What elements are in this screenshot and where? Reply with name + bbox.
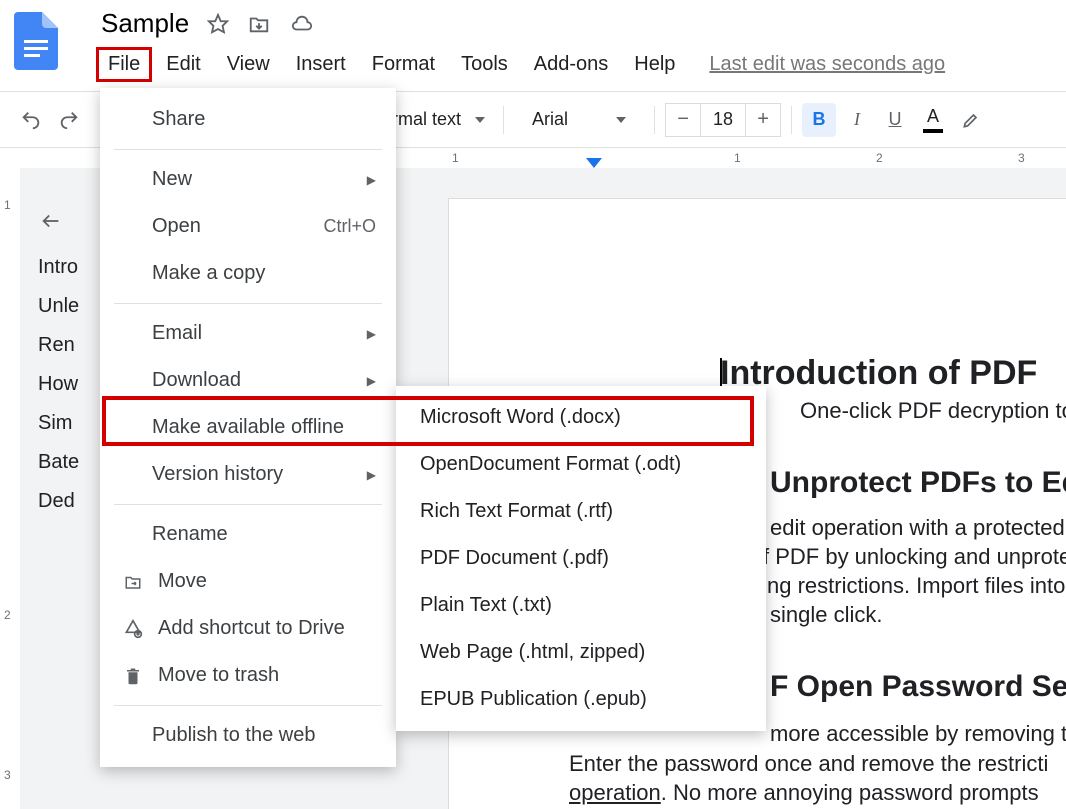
document-title[interactable]: Sample xyxy=(96,8,189,39)
menu-insert[interactable]: Insert xyxy=(284,49,358,80)
drive-shortcut-icon xyxy=(122,619,144,639)
font-family-label: Arial xyxy=(532,109,568,130)
menu-item-publish[interactable]: Publish to the web xyxy=(100,712,396,759)
menu-format[interactable]: Format xyxy=(360,49,447,80)
menu-item-new[interactable]: New▶ xyxy=(100,156,396,203)
app-header: Sample File Edit View Insert Format Tool… xyxy=(0,0,1066,92)
trash-icon xyxy=(122,666,144,686)
menu-item-trash[interactable]: Move to trash xyxy=(100,652,396,699)
menu-bar: File Edit View Insert Format Tools Add-o… xyxy=(96,47,945,82)
highlight-button[interactable] xyxy=(954,103,988,137)
menu-addons[interactable]: Add-ons xyxy=(522,49,621,80)
download-odt[interactable]: OpenDocument Format (.odt) xyxy=(396,441,766,488)
menu-view[interactable]: View xyxy=(215,49,282,80)
ruler-tick: 1 xyxy=(734,151,741,165)
last-edit-link[interactable]: Last edit was seconds ago xyxy=(709,53,945,76)
menu-file[interactable]: File xyxy=(96,47,152,82)
font-family-dropdown[interactable]: Arial xyxy=(514,109,644,130)
menu-tools[interactable]: Tools xyxy=(449,49,520,80)
menu-item-download[interactable]: Download▶ xyxy=(100,357,396,404)
download-txt[interactable]: Plain Text (.txt) xyxy=(396,582,766,629)
ruler-tick: 1 xyxy=(4,198,11,212)
bold-button[interactable]: B xyxy=(802,103,836,137)
ruler-tick: 2 xyxy=(876,151,883,165)
download-html[interactable]: Web Page (.html, zipped) xyxy=(396,629,766,676)
submenu-arrow-icon: ▶ xyxy=(367,468,376,482)
margin-marker-icon[interactable] xyxy=(586,158,602,168)
download-epub[interactable]: EPUB Publication (.epub) xyxy=(396,676,766,723)
move-to-folder-icon[interactable] xyxy=(247,13,271,35)
ruler-tick: 3 xyxy=(1018,151,1025,165)
cloud-status-icon[interactable] xyxy=(289,13,315,35)
ruler-tick: 3 xyxy=(4,768,11,782)
menu-item-make-copy[interactable]: Make a copy xyxy=(100,250,396,297)
download-docx[interactable]: Microsoft Word (.docx) xyxy=(396,394,766,441)
menu-item-offline[interactable]: Make available offline xyxy=(100,404,396,451)
star-icon[interactable] xyxy=(207,13,229,35)
vertical-ruler[interactable]: 1 2 3 xyxy=(0,168,20,809)
menu-item-add-shortcut[interactable]: Add shortcut to Drive xyxy=(100,605,396,652)
font-size-decrease-button[interactable]: − xyxy=(666,104,700,136)
ruler-tick: 2 xyxy=(4,608,11,622)
download-rtf[interactable]: Rich Text Format (.rtf) xyxy=(396,488,766,535)
menu-item-version-history[interactable]: Version history▶ xyxy=(100,451,396,498)
menu-item-open[interactable]: OpenCtrl+O xyxy=(100,203,396,250)
menu-item-share[interactable]: Share xyxy=(100,96,396,143)
docs-logo-icon[interactable] xyxy=(14,12,66,74)
underline-button[interactable]: U xyxy=(878,103,912,137)
text-color-button[interactable]: A xyxy=(916,103,950,137)
font-size-input[interactable]: 18 xyxy=(700,104,746,136)
file-menu-dropdown: Share New▶ OpenCtrl+O Make a copy Email▶… xyxy=(100,88,396,767)
menu-item-move[interactable]: Move xyxy=(100,558,396,605)
chevron-down-icon xyxy=(616,117,626,123)
redo-button[interactable] xyxy=(52,103,86,137)
submenu-arrow-icon: ▶ xyxy=(367,374,376,388)
undo-button[interactable] xyxy=(14,103,48,137)
menu-item-email[interactable]: Email▶ xyxy=(100,310,396,357)
folder-move-icon xyxy=(122,573,144,591)
download-submenu: Microsoft Word (.docx) OpenDocument Form… xyxy=(396,386,766,731)
text-color-label: A xyxy=(927,106,939,127)
chevron-down-icon xyxy=(475,117,485,123)
submenu-arrow-icon: ▶ xyxy=(367,327,376,341)
menu-help[interactable]: Help xyxy=(622,49,687,80)
font-size-control: − 18 + xyxy=(665,103,781,137)
keyboard-shortcut: Ctrl+O xyxy=(323,216,376,237)
download-pdf[interactable]: PDF Document (.pdf) xyxy=(396,535,766,582)
font-size-increase-button[interactable]: + xyxy=(746,104,780,136)
text-color-swatch xyxy=(923,129,943,133)
menu-edit[interactable]: Edit xyxy=(154,49,212,80)
submenu-arrow-icon: ▶ xyxy=(367,173,376,187)
ruler-tick: 1 xyxy=(452,151,459,165)
menu-item-rename[interactable]: Rename xyxy=(100,511,396,558)
italic-button[interactable]: I xyxy=(840,103,874,137)
